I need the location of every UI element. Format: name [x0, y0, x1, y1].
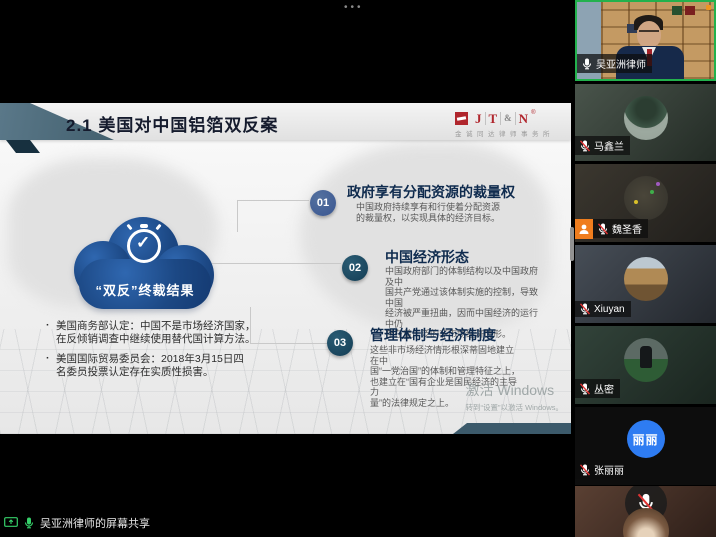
participant-name: 张丽丽	[594, 462, 624, 477]
recording-indicator-dot	[706, 5, 711, 10]
book-decoration	[685, 6, 695, 15]
title-parallelogram-accent	[6, 140, 40, 153]
registered-mark: ®	[531, 110, 535, 116]
participant-name-chip: 丛密	[575, 379, 620, 398]
ruling-bullets: 美国商务部认定：中国不是市场经济国家， 在反倾销调查中继续使用替代国计算方法。 …	[44, 320, 260, 386]
participants-scrollbar[interactable]	[570, 227, 574, 261]
timer-check-icon	[127, 229, 161, 263]
share-status-bar: 吴亚洲律师的屏幕共享	[4, 515, 150, 531]
share-status-text: 吴亚洲律师的屏幕共享	[40, 515, 150, 531]
point-heading: 政府享有分配资源的裁量权	[347, 182, 515, 202]
participant-name: 吴亚洲律师	[596, 56, 646, 71]
participant-name: Xiuyan	[594, 304, 625, 315]
point-heading: 管理体制与经济制度	[370, 325, 496, 345]
participant-name-chip: 马鑫兰	[575, 136, 630, 155]
connector-line	[237, 200, 238, 232]
bullet-item: 美国国际贸易委员会：2018年3月15日四 名委员投票认定存在实质性损害。	[44, 353, 260, 379]
screen-share-icon	[4, 517, 18, 529]
participant-name: 马鑫兰	[594, 138, 624, 153]
point-number-badge: 01	[310, 190, 336, 216]
screen-share-view: 2.1 美国对中国铝箔双反案 J T & N ® 金诚同达律师事务所 “双反”终…	[0, 103, 571, 434]
hand-raised-badge	[575, 219, 593, 239]
connector-line	[250, 343, 327, 344]
watermark-line1: 激活 Windows	[465, 380, 563, 400]
logo-letter: J	[472, 112, 485, 125]
participants-panel: 吴亚洲律师 马鑫兰 魏圣香 Xiuyan	[575, 0, 716, 537]
point-number-badge: 02	[342, 255, 368, 281]
windows-activation-watermark: 激活 Windows 转到“设置”以激活 Windows。	[465, 380, 563, 413]
video-tile[interactable]: 马鑫兰	[575, 84, 716, 161]
mic-muted-icon	[579, 303, 591, 315]
law-firm-name: 金诚同达律师事务所	[455, 128, 571, 138]
mic-muted-icon	[579, 140, 591, 152]
participant-name-chip: 张丽丽	[575, 460, 630, 479]
book-decoration	[672, 6, 682, 15]
avatar-text: 丽丽	[632, 431, 658, 448]
logo-letter: N	[515, 112, 531, 125]
participant-name-chip: 魏圣香	[593, 219, 648, 238]
jtn-logo-icon	[455, 112, 468, 125]
connector-line	[237, 200, 309, 201]
corner-parallelogram	[453, 423, 571, 434]
avatar	[624, 338, 668, 382]
ruling-result-cloud: “双反”终裁结果	[74, 217, 216, 311]
video-tile[interactable]: 丽丽 张丽丽	[575, 407, 716, 485]
connector-line	[212, 263, 341, 264]
point-body: 中国政府持续享有和行使着分配资源 的裁量权，以实现具体的经济目标。	[356, 202, 506, 223]
logo-letter: &	[500, 112, 515, 125]
participant-name: 丛密	[594, 381, 614, 396]
speaker-glasses	[639, 30, 659, 36]
participant-name-chip: 吴亚洲律师	[577, 54, 652, 73]
point-heading: 中国经济形态	[385, 247, 469, 267]
mic-muted-icon	[579, 464, 591, 476]
avatar	[624, 176, 668, 220]
avatar-initials: 丽丽	[627, 420, 665, 458]
video-tile[interactable]: 丛密	[575, 326, 716, 404]
more-controls-button[interactable]: •••	[344, 2, 364, 13]
video-tile-speaker[interactable]: 吴亚洲律师	[575, 0, 716, 81]
mic-muted-icon	[597, 223, 609, 235]
point-number-badge: 03	[327, 330, 353, 356]
video-tile[interactable]: 魏圣香	[575, 164, 716, 242]
avatar	[624, 96, 668, 140]
participant-name: 魏圣香	[612, 221, 642, 236]
jtn-logo: J T & N ® 金诚同达律师事务所	[455, 112, 571, 138]
participant-name-chip: Xiuyan	[575, 301, 631, 317]
avatar	[624, 257, 668, 301]
slide-title: 2.1 美国对中国铝箔双反案	[66, 111, 278, 136]
bullet-item: 美国商务部认定：中国不是市场经济国家， 在反倾销调查中继续使用替代国计算方法。	[44, 320, 260, 346]
watermark-line2: 转到“设置”以激活 Windows。	[465, 402, 563, 413]
slide-title-band: 2.1 美国对中国铝箔双反案 J T & N ® 金诚同达律师事务所	[0, 103, 571, 140]
mic-on-icon	[23, 517, 35, 529]
video-tile[interactable]	[575, 486, 716, 537]
logo-letter: T	[485, 112, 501, 125]
mic-muted-icon	[579, 383, 591, 395]
mic-on-icon	[581, 58, 593, 70]
video-tile[interactable]: Xiuyan	[575, 245, 716, 323]
cloud-label: “双反”终裁结果	[74, 280, 216, 299]
person-icon	[578, 223, 590, 235]
